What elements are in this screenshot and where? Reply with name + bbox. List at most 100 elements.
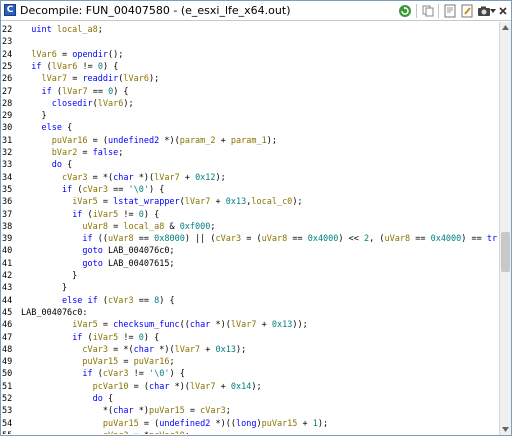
code-text[interactable]: if (iVar5 != 0) { xyxy=(21,209,159,222)
code-line[interactable]: 43 } xyxy=(1,282,498,295)
code-text[interactable]: closedir(lVar6); xyxy=(21,98,134,111)
code-token: ) || ( xyxy=(184,234,216,245)
code-line[interactable]: 27 if (lVar7 == 0) { xyxy=(1,86,498,99)
code-token: if xyxy=(31,61,42,72)
code-text[interactable]: pcVar10 = (char *)(lVar7 + 0x14); xyxy=(21,381,262,394)
code-line[interactable]: 44 else if (cVar3 == 8) { xyxy=(1,295,498,308)
code-line[interactable]: 37 if (iVar5 != 0) { xyxy=(1,209,498,222)
code-text[interactable]: iVar5 = lstat_wrapper(lVar7 + 0x13,local… xyxy=(21,196,302,209)
code-line[interactable]: 24 lVar6 = opendir(); xyxy=(1,49,498,62)
code-text[interactable]: if ((uVar8 == 0x8000) || (cVar3 = (uVar8… xyxy=(21,233,498,246)
code-token: *( xyxy=(21,406,114,417)
code-text[interactable]: puVar15 = (undefined2 *)((long)puVar15 +… xyxy=(21,418,328,431)
code-line[interactable]: 50 if (cVar3 != '\0') { xyxy=(1,368,498,381)
code-line[interactable]: 22 uint local_a8; xyxy=(1,24,498,37)
code-text[interactable]: if (cVar3 == '\0') { xyxy=(21,184,164,197)
code-text[interactable]: puVar16 = (undefined2 *)(param_2 + param… xyxy=(21,135,277,148)
code-text[interactable]: else if (cVar3 == 8) { xyxy=(21,295,175,308)
scroll-down-icon[interactable] xyxy=(500,424,511,435)
code-line[interactable]: 36 iVar5 = lstat_wrapper(lVar7 + 0x13,lo… xyxy=(1,196,498,209)
code-token: if xyxy=(41,86,52,97)
code-text[interactable]: do { xyxy=(21,159,73,172)
code-line[interactable]: 52 do { xyxy=(1,393,498,406)
line-number: 54 xyxy=(2,418,13,429)
line-number: 31 xyxy=(2,135,13,146)
code-line[interactable]: 49 puVar15 = puVar16; xyxy=(1,356,498,369)
code-text[interactable]: } xyxy=(21,282,67,295)
code-text[interactable]: goto LAB_004076c0; xyxy=(21,245,174,258)
code-line[interactable]: 54 puVar15 = (undefined2 *)((long)puVar1… xyxy=(1,418,498,431)
code-line[interactable]: 47 if (iVar5 != 0) { xyxy=(1,332,498,345)
code-line[interactable]: 28 closedir(lVar6); xyxy=(1,98,498,111)
code-text[interactable]: else { xyxy=(21,122,72,135)
code-line[interactable]: 30 else { xyxy=(1,122,498,135)
code-text[interactable]: if (cVar3 != '\0') { xyxy=(21,368,184,381)
code-line[interactable]: 34 cVar3 = *(char *)(lVar7 + 0x12); xyxy=(1,172,498,185)
code-line[interactable]: 51 pcVar10 = (char *)(lVar7 + 0x14); xyxy=(1,381,498,394)
line-number: 29 xyxy=(2,111,13,122)
code-line[interactable]: 38 uVar8 = local_a8 & 0xf000; xyxy=(1,221,498,234)
refresh-icon[interactable] xyxy=(397,3,413,19)
code-token: ); xyxy=(148,74,160,85)
code-line[interactable]: 31 puVar16 = (undefined2 *)(param_2 + pa… xyxy=(1,135,498,148)
code-line[interactable]: 45 LAB_004076c0: xyxy=(1,307,498,320)
code-token: == xyxy=(87,86,109,97)
code-line[interactable]: 40 goto LAB_004076c0; xyxy=(1,245,498,258)
code-line[interactable]: 53 *(char *)puVar15 = cVar3; xyxy=(1,405,498,418)
code-line[interactable]: 55 cVar3 = *pcVar10; xyxy=(1,430,498,434)
code-text[interactable]: } xyxy=(21,270,77,283)
code-line[interactable]: 48 cVar3 = *(char *)(lVar7 + 0x13); xyxy=(1,344,498,357)
code-text[interactable]: bVar2 = false; xyxy=(21,147,124,160)
scrollbar-thumb[interactable] xyxy=(501,232,510,272)
code-text[interactable]: puVar15 = puVar16; xyxy=(21,356,175,369)
code-text[interactable]: uVar8 = local_a8 & 0xf000; xyxy=(21,221,216,234)
code-text[interactable]: do { xyxy=(21,393,114,406)
copy-icon[interactable] xyxy=(420,3,436,19)
code-text[interactable]: uint local_a8; xyxy=(21,24,103,37)
code-token: ; xyxy=(210,221,216,232)
edit-icon[interactable] xyxy=(459,3,475,19)
code-line[interactable]: 32 bVar2 = false; xyxy=(1,147,498,160)
code-token: + xyxy=(210,197,226,208)
code-line[interactable]: 26 lVar7 = readdir(lVar6); xyxy=(1,73,498,86)
code-text[interactable]: } xyxy=(21,110,46,123)
code-token: undefined2 xyxy=(159,418,211,429)
code-token: puVar16 xyxy=(51,135,88,146)
code-text[interactable]: lVar7 = readdir(lVar6); xyxy=(21,73,159,86)
code-line[interactable]: 39 if ((uVar8 == 0x8000) || (cVar3 = (uV… xyxy=(1,233,498,246)
code-text[interactable]: iVar5 = checksum_func((char *)(lVar7 + 0… xyxy=(21,319,308,332)
decompiled-code-view[interactable]: 22 uint local_a8; 23 24 lVar6 = opendir();… xyxy=(1,22,498,434)
code-line[interactable]: 23 xyxy=(1,36,498,49)
code-text[interactable]: if (lVar6 != 0) { xyxy=(21,61,118,74)
code-token: ( xyxy=(41,61,52,72)
code-line[interactable]: 29 } xyxy=(1,110,498,123)
code-text[interactable]: cVar3 = *(char *)(lVar7 + 0x12); xyxy=(21,172,226,185)
code-token: = * xyxy=(128,431,149,434)
code-token: )); xyxy=(292,320,308,331)
code-text[interactable]: goto LAB_00407615; xyxy=(21,258,174,271)
code-text[interactable]: if (iVar5 != 0) { xyxy=(21,332,159,345)
code-line[interactable]: 25 if (lVar6 != 0) { xyxy=(1,61,498,74)
code-token: '\0' xyxy=(149,369,170,380)
code-text[interactable]: lVar6 = opendir(); xyxy=(21,49,123,62)
code-text[interactable]: cVar3 = *(char *)(lVar7 + 0x13); xyxy=(21,344,246,357)
code-text[interactable]: if (lVar7 == 0) { xyxy=(21,86,128,99)
code-token: char xyxy=(133,344,155,355)
code-text[interactable]: *(char *)puVar15 = cVar3; xyxy=(21,405,231,418)
code-line[interactable]: 41 goto LAB_00407615; xyxy=(1,258,498,271)
code-text[interactable]: cVar3 = *pcVar10; xyxy=(21,430,190,434)
code-line[interactable]: 42 } xyxy=(1,270,498,283)
code-line[interactable]: 35 if (cVar3 == '\0') { xyxy=(1,184,498,197)
snapshot-icon[interactable] xyxy=(442,3,458,19)
code-token: ; xyxy=(169,357,175,368)
scroll-up-icon[interactable] xyxy=(500,22,511,33)
code-label[interactable]: LAB_004076c0: xyxy=(21,307,88,320)
code-token: ) { xyxy=(159,295,175,306)
code-line[interactable]: 46 iVar5 = checksum_func((char *)(lVar7 … xyxy=(1,319,498,332)
vertical-scrollbar[interactable] xyxy=(499,22,511,435)
code-line[interactable]: 33 do { xyxy=(1,159,498,172)
close-icon[interactable] xyxy=(496,3,510,19)
